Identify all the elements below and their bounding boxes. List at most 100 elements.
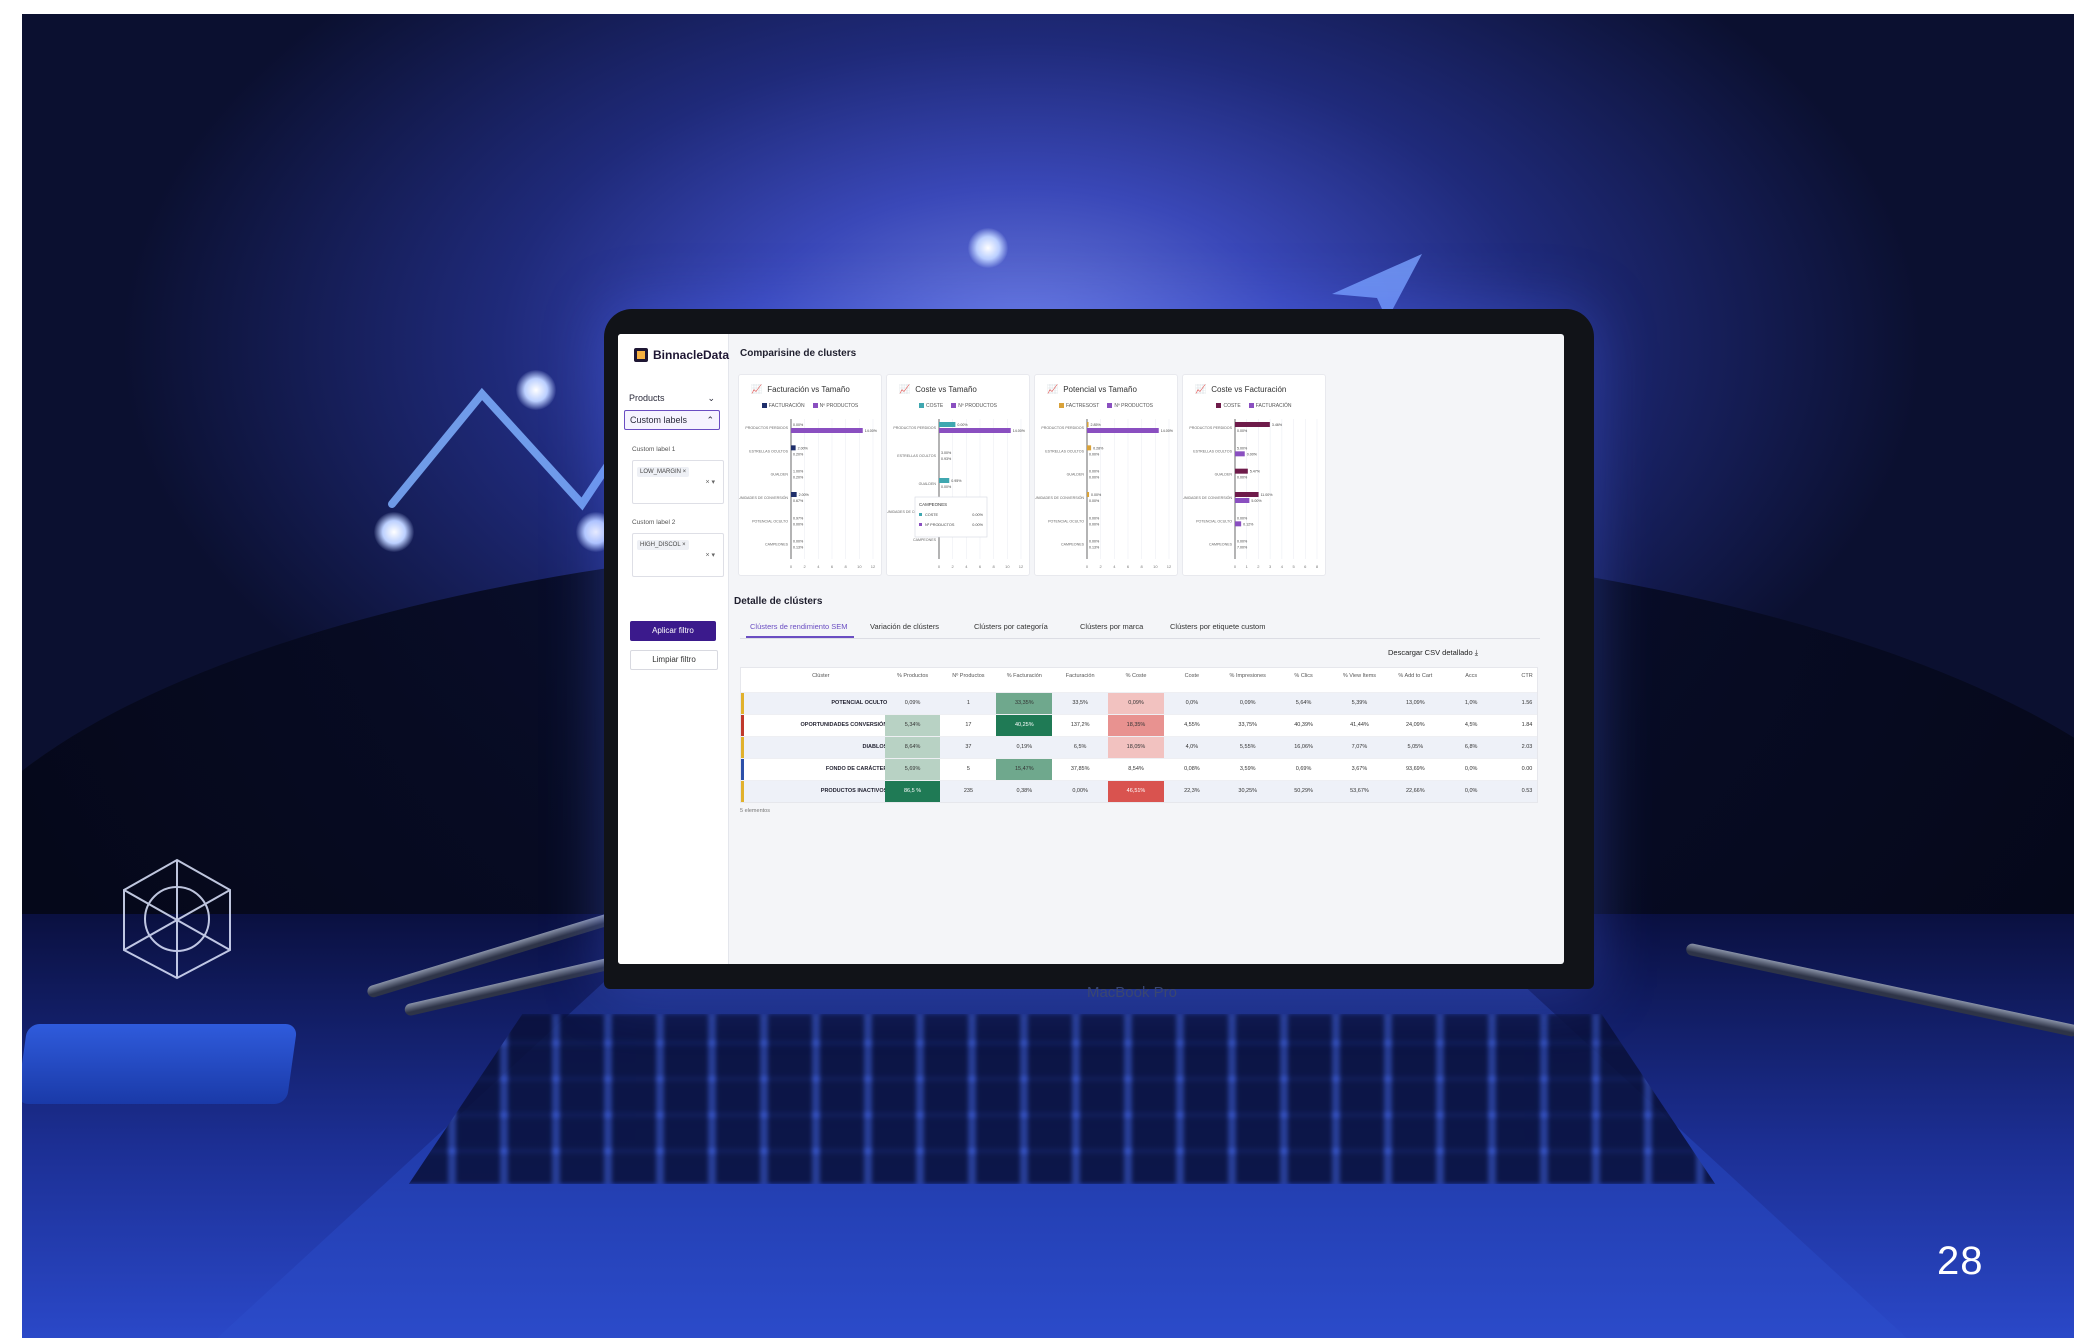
table-row[interactable]: DIABLOS 8,64% 37 0,19% 6,5% 18,05% 4,0% 5,55% 16… <box>741 736 1537 758</box>
column-header[interactable]: % Facturación <box>996 673 1052 680</box>
bar-value-label: 11.00% <box>1261 493 1274 497</box>
tab-etiqueta[interactable]: Clústers por etiquete custom <box>1170 622 1265 631</box>
table-cell: 1 <box>966 700 970 706</box>
bar-value-label: 0.00% <box>793 540 804 544</box>
column-header[interactable]: Facturación <box>1052 673 1108 680</box>
tab-categoria[interactable]: Clústers por categoría <box>974 622 1048 631</box>
legend-item: Nº PRODUCTOS <box>812 403 858 409</box>
column-header[interactable]: Coste <box>1164 673 1220 680</box>
bar-value-label: 0.00% <box>1089 470 1100 474</box>
category-label: GUALDEN <box>1067 473 1085 477</box>
column-header[interactable]: CTR <box>1499 673 1555 680</box>
table-cell: 0,0% <box>1185 700 1199 706</box>
column-header[interactable]: % Coste <box>1108 673 1164 680</box>
legend-swatch <box>812 403 818 409</box>
cluster-color-stripe <box>741 693 744 714</box>
logo-text: BinnacleData <box>653 348 730 362</box>
bar <box>1235 422 1270 427</box>
table-cell: 22,3% <box>1184 788 1200 794</box>
bar-value-label: 14.00% <box>1161 429 1174 433</box>
table-cell: 5,05% <box>1407 744 1424 750</box>
category-label: ESTRELLAS OCULTOS <box>1045 449 1084 453</box>
table-cell: 1.84 <box>1521 722 1533 728</box>
column-header[interactable]: % Impresiones <box>1220 673 1276 680</box>
x-tick-label: 2 <box>804 564 807 569</box>
table-row[interactable]: FONDO DE CARÁCTER 5,69% 5 15,47% 37,85% 8,54%… <box>741 758 1537 780</box>
download-csv-link[interactable]: Descargar CSV detallado ⤓ <box>1388 648 1478 658</box>
bar-value-label: 14.00% <box>1013 429 1026 433</box>
bar-value-label: 0.13% <box>1089 546 1100 550</box>
table-row[interactable]: POTENCIAL OCULTO 0,09% 1 33,35% 33,5% 0,09% 0,… <box>741 692 1537 714</box>
tooltip-value: 0.00% <box>972 523 983 527</box>
bar-value-label: 0.20% <box>793 476 804 480</box>
clear-filter-button[interactable]: Limpiar filtro <box>630 650 718 670</box>
table-cell: 6,5% <box>1073 744 1087 750</box>
selected-tag[interactable]: LOW_MARGIN × <box>637 467 690 477</box>
tab-variacion[interactable]: Variación de clústers <box>870 622 939 631</box>
x-tick-label: 6 <box>979 564 982 569</box>
table-cell: 41,44% <box>1350 722 1369 728</box>
tab-rendimiento-sem[interactable]: Clústers de rendimiento SEM <box>750 622 848 631</box>
table-cell: 2.03 <box>1521 744 1533 750</box>
table-cell: 5,39% <box>1351 700 1368 706</box>
x-tick-label: 12 <box>871 564 876 569</box>
bar-chart: 0 2 4 6 8 10 12 PRODUCTOS PERDIDOS 0.00% 14.00% ES… <box>887 419 1026 569</box>
table-cell: 4,55% <box>1184 722 1200 728</box>
column-header[interactable]: % Add to Cart <box>1387 673 1443 680</box>
table-cell: 0,69% <box>1295 766 1312 772</box>
chevron-up-icon: ⌃ <box>706 414 714 425</box>
column-header[interactable]: % View Items <box>1332 673 1388 680</box>
bar-chart: 0 2 4 6 8 10 12 PRODUCTOS PERDIDOS 0.00% 14.00% ES… <box>739 419 878 569</box>
bar-value-label: 0.13% <box>793 546 804 550</box>
x-tick-label: 10 <box>1153 564 1158 569</box>
chart-legend: COSTE FACTURACIÓN <box>1183 403 1325 409</box>
bar <box>1087 445 1092 451</box>
x-tick-label: 0 <box>938 564 941 569</box>
chart-card: 📈 Potencial vs Tamaño FACTRESOST Nº PRODUCT… <box>1034 374 1178 576</box>
clear-icon[interactable]: × ▾ <box>705 551 715 559</box>
x-tick-label: 8 <box>1141 564 1144 569</box>
bar-value-label: 0.00% <box>1237 429 1248 433</box>
bar-chart: 0 2 4 6 8 10 12 PRODUCTOS PERDIDOS 2.85% 14.00% ES… <box>1035 419 1174 569</box>
table-cell: 5,55% <box>1239 744 1256 750</box>
table-row[interactable]: OPORTUNIDADES CONVERSIÓN 5,34% 17 40,25% 137… <box>741 714 1537 736</box>
category-label: GUALDEN <box>919 482 937 486</box>
bar-value-label: 0.00% <box>1089 499 1100 503</box>
selected-tag[interactable]: HIGH_DISCOL × <box>637 540 689 550</box>
bar-value-label: 0.00% <box>1089 540 1100 544</box>
bar-value-label: 0.00% <box>1091 493 1102 497</box>
legend-item: Nº PRODUCTOS <box>1107 403 1153 409</box>
tooltip-value: 0.00% <box>972 513 983 517</box>
apply-filter-button[interactable]: Aplicar filtro <box>630 621 716 641</box>
bar-value-label: 0.20% <box>793 452 804 456</box>
legend-item: FACTURACIÓN <box>761 403 805 409</box>
sidebar-item-products[interactable]: Products ⌄ <box>624 388 720 408</box>
tab-marca[interactable]: Clústers por marca <box>1080 622 1143 631</box>
column-header[interactable]: % Clics <box>1276 673 1332 680</box>
column-header[interactable]: Clúster <box>754 673 887 680</box>
laptop-keyboard <box>408 1014 1716 1184</box>
custom-label-1-select[interactable]: LOW_MARGIN × × ▾ <box>632 460 724 504</box>
legend-label: FACTURACIÓN <box>1255 403 1292 409</box>
legend-swatch <box>1107 403 1113 409</box>
column-header[interactable]: Nº Productos <box>941 673 997 680</box>
column-header[interactable]: % Productos <box>885 673 941 680</box>
table-cell: 0,09% <box>1239 700 1256 706</box>
clear-icon[interactable]: × ▾ <box>705 478 715 486</box>
category-label: CAMPEONES <box>913 538 937 542</box>
x-tick-label: 8 <box>845 564 848 569</box>
photo-backdrop: MacBook Pro BinnacleData Products ⌄ Cust… <box>22 14 2074 1338</box>
column-header[interactable]: Accs <box>1443 673 1499 680</box>
table-cell: 13,09% <box>1405 700 1425 706</box>
category-label: OPORTUNIDADES DE CONVERSIÓN <box>1035 495 1084 500</box>
legend-swatch <box>951 403 957 409</box>
filter-label: Custom label 1 <box>632 446 676 453</box>
bar <box>939 428 1011 433</box>
bar-value-label: 0.00% <box>1089 452 1100 456</box>
custom-label-2-select[interactable]: HIGH_DISCOL × × ▾ <box>632 533 724 577</box>
table-row[interactable]: PRODUCTOS INACTIVOS 86,5 % 235 0,38% 0,00% 46… <box>741 780 1537 802</box>
sidebar-item-custom-labels[interactable]: Custom labels ⌃ <box>624 410 720 430</box>
category-label: GUALDEN <box>771 473 789 477</box>
sidebar-item-label: Products <box>629 393 665 403</box>
bar-value-label: 0.95% <box>951 479 962 483</box>
